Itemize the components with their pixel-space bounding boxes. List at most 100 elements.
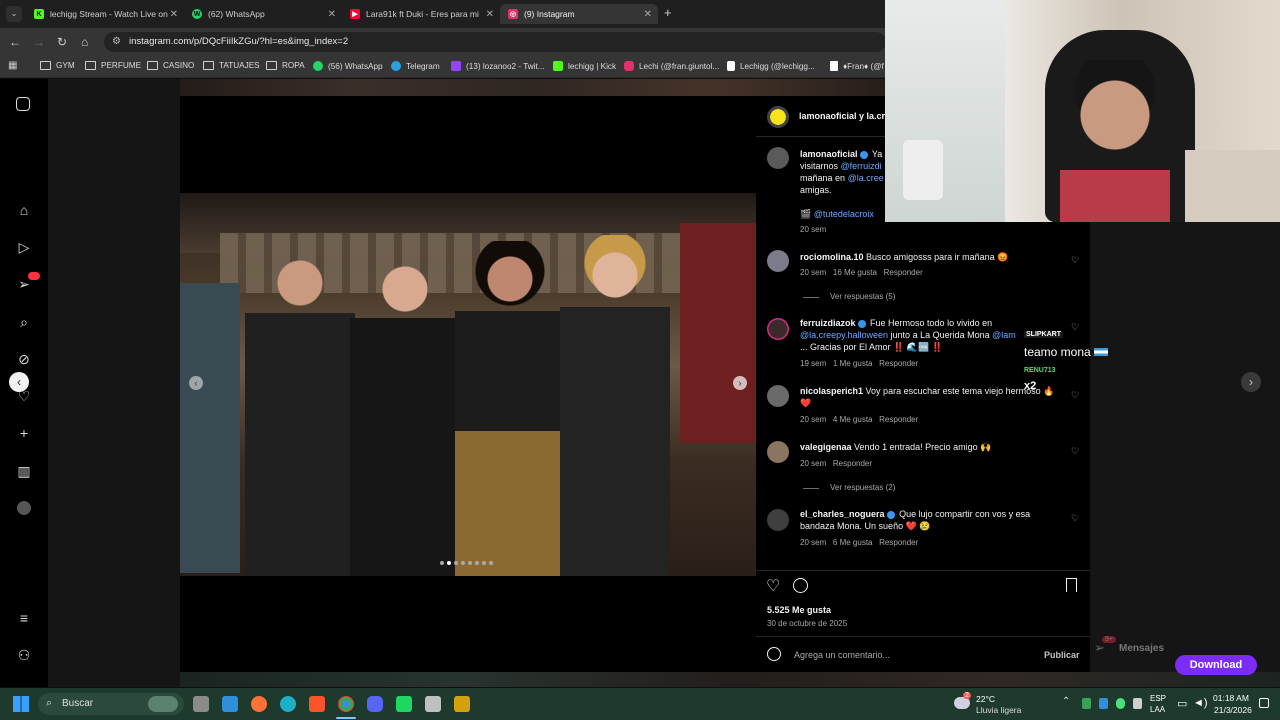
notification-badge (28, 272, 40, 280)
network-icon[interactable]: ▭ (1177, 697, 1187, 710)
new-tab-icon[interactable]: + (664, 5, 672, 20)
clock-date[interactable]: 21/3/2026 (1214, 705, 1252, 715)
apps-grid-icon[interactable]: ▦ (8, 60, 17, 71)
comment-input[interactable]: Agrega un comentario... (794, 650, 890, 660)
app-icon[interactable] (396, 696, 412, 712)
language-indicator[interactable]: ESP (1150, 694, 1166, 703)
carousel-dots (440, 561, 500, 567)
view-replies-button[interactable]: Ver respuestas (5) (830, 292, 895, 301)
bookmark-x[interactable]: ♦Fran♦ (@f (830, 61, 884, 71)
comment-icon[interactable] (793, 578, 808, 593)
edge-icon[interactable] (280, 696, 296, 712)
volume-icon[interactable]: ◄) (1193, 697, 1208, 709)
create-icon[interactable]: + (16, 425, 32, 441)
tray-chevron-icon[interactable]: ⌃ (1062, 696, 1070, 707)
discord-icon[interactable] (367, 696, 383, 712)
bookmark-telegram[interactable]: Telegram (391, 61, 440, 71)
chat-badge: SLIPKART (1024, 331, 1063, 338)
chat-message: teamo mona (1024, 345, 1109, 359)
comment-avatar[interactable] (767, 509, 789, 531)
emoji-icon[interactable] (767, 647, 781, 661)
comment-avatar[interactable] (767, 318, 789, 340)
close-tab-icon[interactable]: ✕ (328, 9, 336, 20)
reels-icon[interactable]: ▷ (16, 239, 32, 255)
dashboard-icon[interactable]: ▥ (16, 463, 32, 479)
tab-youtube[interactable]: ▶ Lara91k ft Duki - Eres para mi ✕ (342, 4, 500, 24)
back-icon[interactable]: ← (9, 35, 21, 49)
post-photo (180, 193, 756, 576)
bookmark-instagram[interactable]: Lechi (@fran.giuntol... (624, 61, 719, 71)
windows-start-icon[interactable] (13, 696, 29, 712)
home-icon[interactable]: ⌂ (81, 35, 88, 49)
comment-like-icon[interactable]: ♡ (1071, 513, 1079, 524)
like-post-icon[interactable]: ♡ (766, 576, 780, 596)
bookmark-kick[interactable]: lechigg | Kick (553, 61, 616, 71)
chrome-icon[interactable] (338, 696, 354, 712)
explore-icon[interactable]: ⊘ (16, 351, 32, 367)
meta-apps-icon[interactable]: ⚇ (16, 647, 32, 663)
author-avatar[interactable] (767, 106, 789, 128)
post-header-authors[interactable]: lamonaoficial y la.cre (799, 111, 890, 121)
search-icon[interactable]: ⌕ (16, 314, 32, 330)
clock-time[interactable]: 01:18 AM (1213, 693, 1249, 703)
app-icon[interactable] (425, 696, 441, 712)
bookmark-tatuajes[interactable]: TATUAJES (203, 61, 260, 70)
bookmark-gym[interactable]: GYM (40, 61, 75, 70)
folder-icon (147, 61, 158, 70)
bookmark-twitch[interactable]: (13) lozanoo2 - Twit... (451, 61, 545, 71)
caption-avatar[interactable] (767, 147, 789, 169)
address-bar[interactable]: ⚙ instagram.com/p/DQcFiiIkZGu/?hl=es&img… (104, 32, 886, 52)
tab-kick[interactable]: K lechigg Stream - Watch Live on ✕ (26, 4, 184, 24)
tab-list-dropdown-icon[interactable]: ⌄ (6, 6, 22, 22)
close-tab-icon[interactable]: ✕ (644, 9, 652, 20)
comment-text-line3: ... Gracias por El Amor ‼️ 🌊🆒 ‼️ (800, 342, 943, 352)
bookmark-ropa[interactable]: ROPA (266, 61, 305, 70)
comment-like-icon[interactable]: ♡ (1071, 446, 1079, 457)
tab-title: (9) Instagram (524, 9, 575, 19)
menu-icon[interactable]: ≡ (16, 610, 32, 626)
kick-icon (553, 61, 563, 71)
file-explorer-icon[interactable] (193, 696, 209, 712)
modal-next-post-icon[interactable]: › (1241, 372, 1261, 392)
bookmark-tiktok[interactable]: Lechigg (@lechigg... (727, 61, 815, 71)
brave-icon[interactable] (309, 696, 325, 712)
reload-icon[interactable]: ↻ (57, 35, 67, 49)
comment-meta: 19 sem 1 Me gusta Responder (800, 359, 919, 368)
bookmark-casino[interactable]: CASINO (147, 61, 194, 70)
tray-icons[interactable] (1082, 698, 1142, 710)
site-info-icon[interactable]: ⚙ (112, 36, 121, 47)
profile-avatar[interactable] (17, 501, 31, 515)
taskbar-search[interactable]: ⌕ Buscar (38, 693, 184, 715)
bookmark-whatsapp[interactable]: (56) WhatsApp (313, 61, 383, 71)
tab-instagram[interactable]: ◎ (9) Instagram ✕ (500, 4, 658, 24)
view-replies-button[interactable]: Ver respuestas (2) (830, 483, 895, 492)
carousel-next-icon[interactable]: › (733, 376, 747, 390)
notifications-icon[interactable] (1259, 698, 1269, 708)
whatsapp-icon (313, 61, 323, 71)
instagram-logo-icon[interactable] (16, 97, 30, 111)
app-icon[interactable] (454, 696, 470, 712)
likes-count[interactable]: 5.525 Me gusta (767, 605, 831, 615)
forward-icon[interactable]: → (33, 35, 45, 49)
store-icon[interactable] (222, 696, 238, 712)
modal-prev-post-icon[interactable]: ‹ (9, 372, 29, 392)
tab-title: (62) WhatsApp (208, 9, 265, 19)
language-indicator-2[interactable]: LAA (1150, 705, 1165, 714)
comment-text: rociomolina.10 Busco amigosss para ir ma… (800, 252, 1009, 262)
caption-credit: 🎬 @tutedelacroix (800, 209, 874, 219)
carousel-prev-icon[interactable]: ‹ (189, 376, 203, 390)
publish-button[interactable]: Publicar (1044, 650, 1080, 660)
firefox-icon[interactable] (251, 696, 267, 712)
comment-avatar[interactable] (767, 441, 789, 463)
comment-like-icon[interactable]: ♡ (1071, 255, 1079, 266)
tab-whatsapp[interactable]: W (62) WhatsApp ✕ (184, 4, 342, 24)
comment-text-line2: bandaza Mona. Un sueño ❤️ 😢 (800, 521, 931, 531)
save-bookmark-icon[interactable] (1066, 578, 1077, 592)
comment-avatar[interactable] (767, 250, 789, 272)
home-icon[interactable]: ⌂ (16, 202, 32, 218)
close-tab-icon[interactable]: ✕ (170, 9, 178, 20)
comment-avatar[interactable] (767, 385, 789, 407)
bookmark-perfume[interactable]: PERFUME (85, 61, 141, 70)
close-tab-icon[interactable]: ✕ (486, 9, 494, 20)
download-button[interactable]: Download (1175, 655, 1257, 675)
